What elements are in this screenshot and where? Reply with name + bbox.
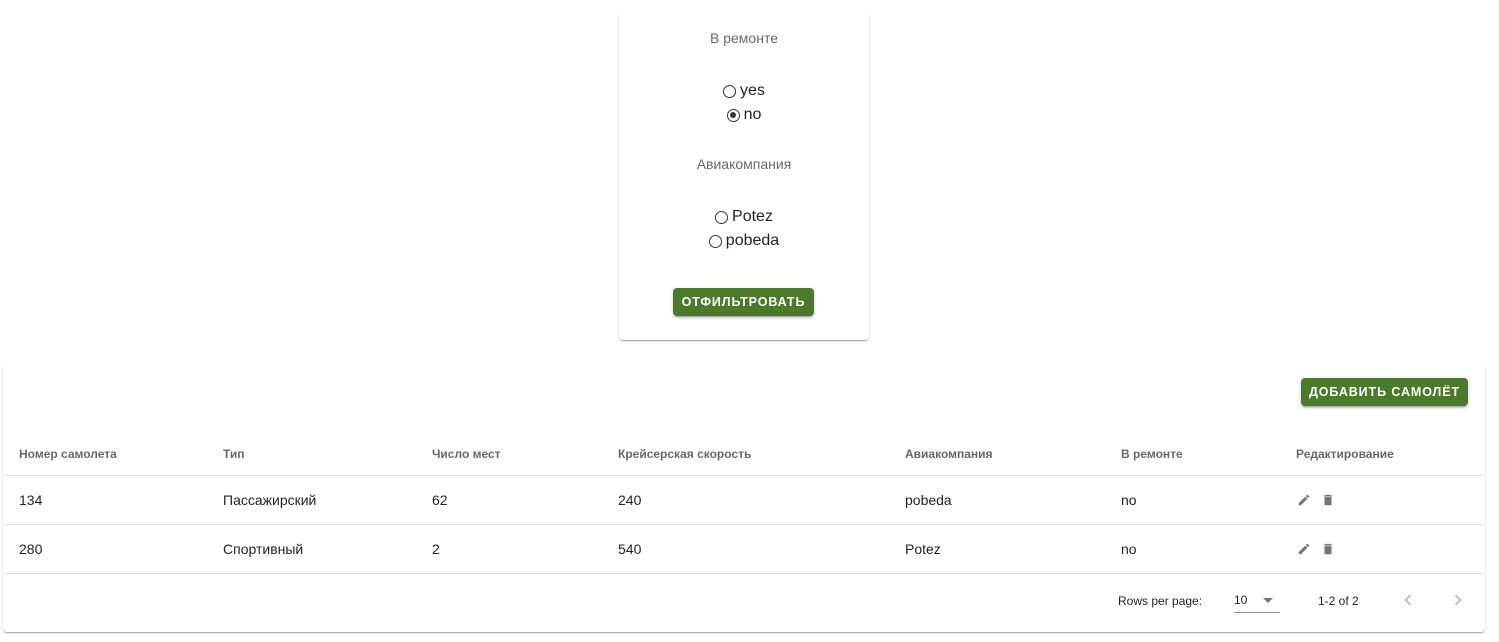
column-header-seats: Число мест	[432, 446, 501, 461]
table-row: 280 Спортивный 2 540 Potez no	[3, 525, 1485, 574]
column-header-repair: В ремонте	[1121, 446, 1183, 461]
aircraft-table-card: ДОБАВИТЬ САМОЛЁТ Номер самолета Тип Числ…	[3, 364, 1485, 632]
airline-filter-title: Авиакомпания	[696, 156, 792, 172]
radio-no[interactable]	[726, 108, 740, 122]
cell-seats: 62	[432, 492, 448, 508]
column-header-airline: Авиакомпания	[905, 446, 993, 461]
cell-type: Спортивный	[223, 541, 304, 557]
pagination-range: 1-2 of 2	[1318, 594, 1359, 608]
repair-option-yes[interactable]: yes	[619, 81, 869, 101]
airline-option-pobeda[interactable]: pobeda	[619, 231, 869, 251]
airline-option-pobeda-label: pobeda	[725, 232, 780, 249]
chevron-down-icon	[1263, 598, 1273, 603]
chevron-right-icon[interactable]	[1446, 588, 1470, 612]
column-header-number: Номер самолета	[19, 446, 117, 461]
chevron-left-icon[interactable]	[1396, 588, 1420, 612]
airline-option-potez-label: Potez	[732, 208, 773, 225]
cell-airline: Potez	[905, 541, 941, 557]
radio-potez[interactable]	[715, 210, 729, 224]
cell-speed: 540	[618, 541, 642, 557]
cell-repair: no	[1121, 492, 1137, 508]
column-header-edit: Редактирование	[1296, 446, 1394, 461]
column-header-type: Тип	[223, 446, 245, 461]
cell-type: Пассажирский	[223, 492, 317, 508]
radio-yes[interactable]	[723, 84, 737, 98]
cell-airline: pobeda	[905, 492, 952, 508]
repair-option-yes-label: yes	[740, 82, 765, 99]
column-header-speed: Крейсерская скорость	[618, 446, 752, 461]
repair-option-no[interactable]: no	[619, 105, 869, 125]
cell-repair: no	[1121, 541, 1137, 557]
repair-option-no-label: no	[743, 106, 762, 123]
repair-filter-title: В ремонте	[710, 30, 778, 46]
filter-card: В ремонте yes no Авиакомпания Potez pobe…	[619, 12, 869, 340]
airline-option-potez[interactable]: Potez	[619, 207, 869, 227]
table-header: Номер самолета Тип Число мест Крейсерска…	[3, 432, 1485, 476]
add-aircraft-button[interactable]: ДОБАВИТЬ САМОЛЁТ	[1301, 378, 1468, 406]
rows-per-page-label: Rows per page:	[1118, 594, 1203, 608]
delete-icon[interactable]	[1320, 492, 1336, 508]
cell-number: 134	[19, 492, 43, 508]
rows-per-page-select[interactable]: 10	[1234, 587, 1280, 613]
cell-actions	[1296, 476, 1344, 524]
cell-speed: 240	[618, 492, 642, 508]
filter-button[interactable]: ОТФИЛЬТРОВАТЬ	[673, 288, 814, 316]
edit-icon[interactable]	[1296, 492, 1312, 508]
cell-actions	[1296, 525, 1344, 573]
edit-icon[interactable]	[1296, 541, 1312, 557]
delete-icon[interactable]	[1320, 541, 1336, 557]
cell-seats: 2	[432, 541, 440, 557]
cell-number: 280	[19, 541, 43, 557]
radio-pobeda[interactable]	[708, 234, 722, 248]
rows-per-page-value: 10	[1234, 592, 1248, 607]
table-row: 134 Пассажирский 62 240 pobeda no	[3, 476, 1485, 525]
table-pagination: Rows per page: 10 1-2 of 2	[3, 573, 1485, 631]
